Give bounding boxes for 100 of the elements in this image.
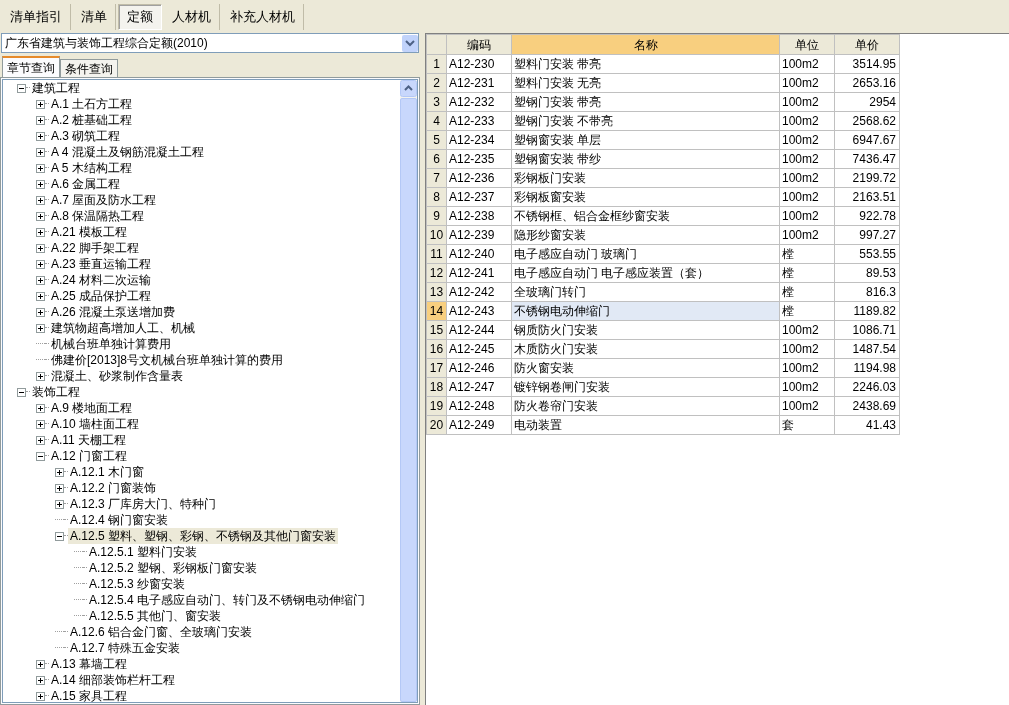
tree-item[interactable]: A.2 桩基础工程 [49,112,135,128]
tab[interactable]: 人材机 [164,4,220,30]
expand-icon[interactable] [36,675,45,685]
tab[interactable]: 定额 [118,4,162,30]
tree-item[interactable]: 建筑物超高增加人工、机械 [49,320,197,336]
expand-icon[interactable] [55,499,64,509]
expand-icon[interactable] [36,419,45,429]
table-cell: 不锈钢框、铝合金框纱窗安装 [511,206,780,226]
tree-item[interactable]: 建筑工程 [30,80,82,96]
tree-item[interactable]: 混凝土、砂浆制作含量表 [49,368,185,384]
tree-item[interactable]: A.12.5.4 电子感应自动门、转门及不锈钢电动伸缩门 [87,592,368,608]
tree-item[interactable]: A.25 成品保护工程 [49,288,154,304]
tree-item[interactable]: A.12.5.1 塑料门安装 [87,544,200,560]
tree-item[interactable]: A.15 家具工程 [49,688,130,702]
column-header[interactable]: 单价 [834,34,900,55]
expand-icon[interactable] [36,435,45,445]
tree-item[interactable]: A.12.3 厂库房大门、特种门 [68,496,219,512]
expand-icon[interactable] [55,467,64,477]
tree-item[interactable]: 佛建价[2013]8号文机械台班单独计算的费用 [49,352,286,368]
tree-item[interactable]: A.12.7 特殊五金安装 [68,640,183,656]
column-header[interactable]: 名称 [511,34,780,55]
tree-item[interactable]: A.7 屋面及防水工程 [49,192,159,208]
table-cell: 2246.03 [834,377,900,397]
tree-item[interactable]: A.10 墙柱面工程 [49,416,142,432]
table-cell: 2954 [834,92,900,112]
table-cell: 塑钢门安装 带亮 [511,92,780,112]
collapse-icon[interactable] [36,451,45,461]
tree-item[interactable]: A.12.1 木门窗 [68,464,147,480]
tree-item[interactable]: A.12.5 塑料、塑钢、彩钢、不锈钢及其他门窗安装 [68,528,339,544]
column-header[interactable]: 编码 [446,34,512,55]
table-cell: A12-244 [446,320,512,340]
table-cell: A12-239 [446,225,512,245]
expand-icon[interactable] [36,115,45,125]
tree-item[interactable]: A.12.6 铝合金门窗、全玻璃门安装 [68,624,255,640]
tree-item[interactable]: A.14 细部装饰栏杆工程 [49,672,178,688]
expand-icon[interactable] [36,659,45,669]
tree-item[interactable]: A.12.4 钢门窗安装 [68,512,171,528]
tab[interactable]: 清单指引 [2,4,71,30]
expand-icon[interactable] [36,163,45,173]
quota-dropdown[interactable]: 广东省建筑与装饰工程综合定额(2010) [1,33,419,53]
collapse-icon[interactable] [17,387,26,397]
tab[interactable]: 补充人材机 [222,4,304,30]
expand-icon[interactable] [36,259,45,269]
tree-item[interactable]: A.23 垂直运输工程 [49,256,154,272]
expand-icon[interactable] [36,211,45,221]
tree-item[interactable]: A 5 木结构工程 [49,160,134,176]
expand-icon[interactable] [36,291,45,301]
expand-icon[interactable] [36,371,45,381]
tree-item[interactable]: A.11 天棚工程 [49,432,129,448]
tree-item[interactable]: A.21 模板工程 [49,224,130,240]
expand-icon[interactable] [36,227,45,237]
expand-icon[interactable] [36,147,45,157]
expand-icon[interactable] [36,307,45,317]
expand-icon[interactable] [36,131,45,141]
column-header[interactable]: 单位 [779,34,835,55]
tab[interactable]: 章节查询 [2,56,60,77]
tree-item[interactable]: A.12.5.5 其他门、窗安装 [87,608,224,624]
collapse-icon[interactable] [55,531,64,541]
scroll-up-icon[interactable] [400,80,417,97]
table-cell: 3514.95 [834,54,900,74]
tree-item[interactable]: 装饰工程 [30,384,82,400]
expand-icon[interactable] [36,179,45,189]
expand-icon[interactable] [36,243,45,253]
tab[interactable]: 清单 [73,4,116,30]
tree-item[interactable]: A.24 材料二次运输 [49,272,154,288]
tree-item[interactable]: A.3 砌筑工程 [49,128,123,144]
expand-icon[interactable] [36,323,45,333]
tree-item[interactable]: A.13 幕墙工程 [49,656,130,672]
expand-icon[interactable] [36,195,45,205]
expand-icon[interactable] [36,275,45,285]
table-cell: 100m2 [779,358,835,378]
tree-item[interactable]: A.1 土石方工程 [49,96,135,112]
tree-item[interactable]: 机械台班单独计算费用 [49,336,173,352]
expand-icon[interactable] [36,691,45,701]
table-cell: 樘 [779,282,835,302]
tree-item[interactable]: A.6 金属工程 [49,176,123,192]
tree-item[interactable]: A.12 门窗工程 [49,448,130,464]
tree-item[interactable]: A.9 楼地面工程 [49,400,135,416]
table-cell: 镀锌钢卷闸门安装 [511,377,780,397]
expand-icon[interactable] [36,403,45,413]
table-cell: 100m2 [779,73,835,93]
tree-item[interactable]: A.12.2 门窗装饰 [68,480,159,496]
table-cell: 2438.69 [834,396,900,416]
table-cell: 彩钢板窗安装 [511,187,780,207]
tab[interactable]: 条件查询 [60,59,118,77]
tree-item[interactable]: A.8 保温隔热工程 [49,208,147,224]
tree-item[interactable]: A.22 脚手架工程 [49,240,142,256]
expand-icon[interactable] [36,99,45,109]
table-cell: 2199.72 [834,168,900,188]
table-cell: 塑钢窗安装 单层 [511,130,780,150]
tree-item[interactable]: A 4 混凝土及钢筋混凝土工程 [49,144,206,160]
collapse-icon[interactable] [17,83,26,93]
expand-icon[interactable] [55,483,64,493]
table-cell: 6947.67 [834,130,900,150]
tree-item[interactable]: A.12.5.2 塑钢、彩钢板门窗安装 [87,560,260,576]
table-cell: A12-235 [446,149,512,169]
tree-item[interactable]: A.26 混凝土泵送增加费 [49,304,178,320]
table-cell: A12-242 [446,282,512,302]
table-cell: 41.43 [834,415,900,435]
tree-item[interactable]: A.12.5.3 纱窗安装 [87,576,188,592]
